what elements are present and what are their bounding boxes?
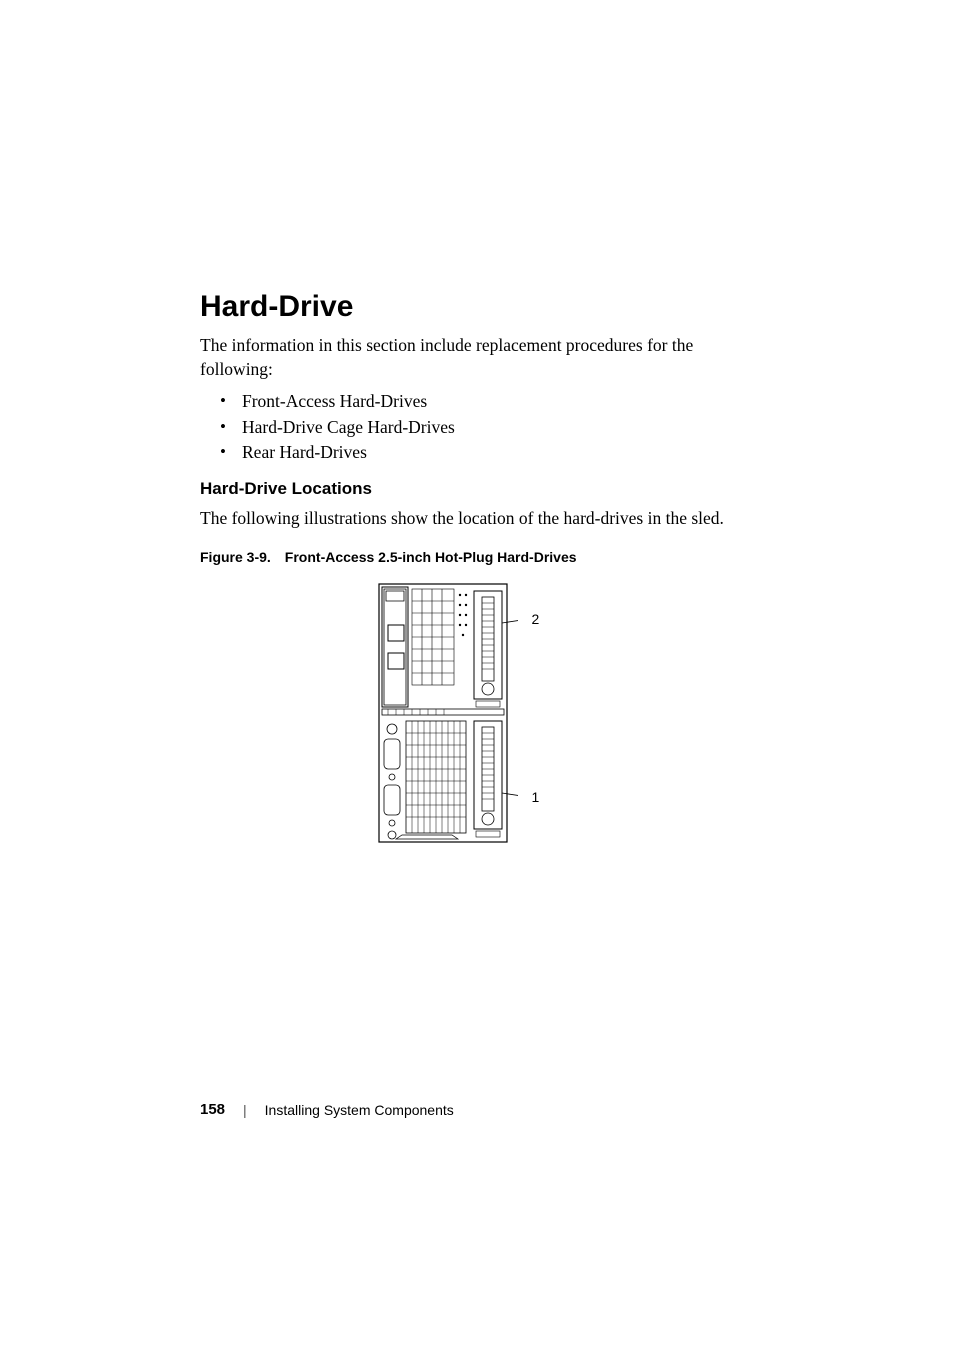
body-paragraph: The following illustrations show the loc… <box>200 507 755 531</box>
heading-hard-drive: Hard-Drive <box>200 290 755 324</box>
section-title: Installing System Components <box>265 1102 454 1118</box>
figure-wrap: 2 1 <box>200 583 755 848</box>
subheading-locations: Hard-Drive Locations <box>200 479 755 499</box>
list-item: Rear Hard-Drives <box>200 440 755 465</box>
figure-number: Figure 3-9. <box>200 549 271 565</box>
page-footer: 158 | Installing System Components <box>200 1101 454 1118</box>
figure-caption: Figure 3-9. Front-Access 2.5-inch Hot-Plu… <box>200 549 755 565</box>
list-item: Front-Access Hard-Drives <box>200 389 755 414</box>
page-number: 158 <box>200 1101 225 1118</box>
page: Hard-Drive The information in this secti… <box>0 0 954 1350</box>
content-area: Hard-Drive The information in this secti… <box>200 290 755 848</box>
callout-1: 1 <box>532 789 540 805</box>
footer-separator: | <box>243 1102 247 1118</box>
bullet-list: Front-Access Hard-Drives Hard-Drive Cage… <box>200 389 755 465</box>
list-item: Hard-Drive Cage Hard-Drives <box>200 415 755 440</box>
callout-2: 2 <box>532 611 540 627</box>
figure-title: Front-Access 2.5-inch Hot-Plug Hard-Driv… <box>285 549 577 565</box>
figure-diagram: 2 1 <box>378 583 578 848</box>
intro-paragraph: The information in this section include … <box>200 334 755 381</box>
sled-illustration <box>378 583 518 843</box>
